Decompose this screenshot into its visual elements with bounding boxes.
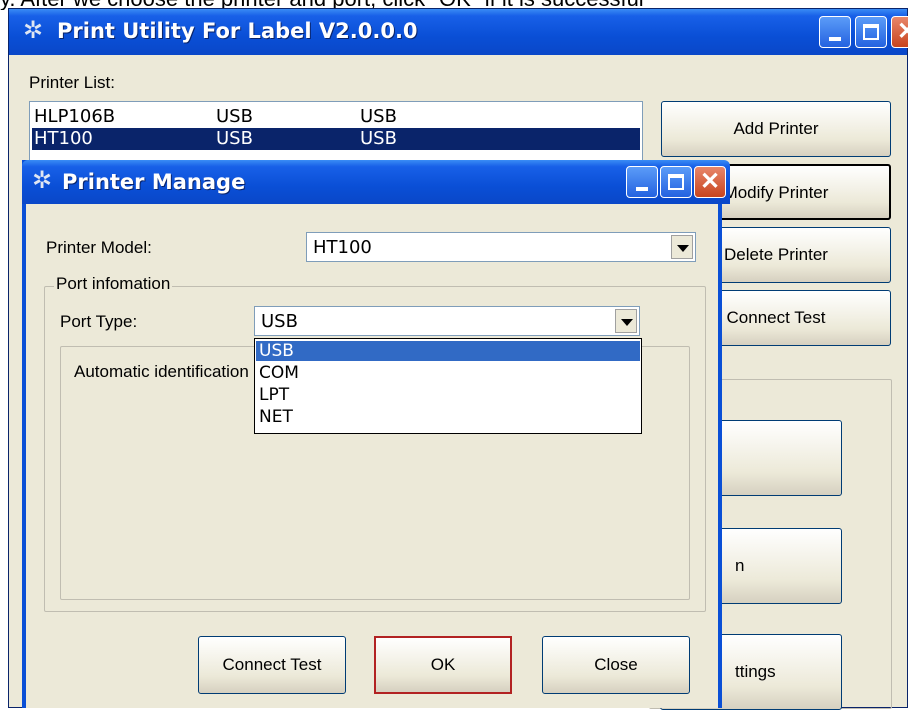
- maximize-button[interactable]: [855, 16, 887, 48]
- printer-model-value: HT100: [313, 237, 372, 258]
- maximize-icon: [863, 24, 879, 40]
- port-information-label: Port infomation: [54, 274, 173, 294]
- dialog-minimize-button[interactable]: [626, 166, 658, 198]
- connect-test-button[interactable]: Connect Test: [198, 636, 346, 694]
- printer-name-cell: HLP106B: [34, 106, 116, 127]
- printer-model-label: Printer Model:: [46, 238, 152, 257]
- maximize-icon: [668, 174, 684, 190]
- port-type-select[interactable]: USB: [254, 306, 640, 336]
- minimize-icon: [829, 37, 841, 41]
- port-type-dropdown-button[interactable]: [615, 309, 637, 333]
- printer-model-dropdown-button[interactable]: [671, 235, 693, 259]
- port-option-com[interactable]: COM: [256, 363, 640, 383]
- port-type-value: USB: [261, 311, 298, 332]
- chevron-down-icon: [677, 245, 689, 252]
- add-printer-button[interactable]: Add Printer: [661, 101, 891, 157]
- automatic-identification-label: Automatic identification: [74, 362, 249, 381]
- dialog-title: Printer Manage: [62, 170, 246, 194]
- close-icon: ✕: [896, 18, 908, 45]
- printer-list[interactable]: HLP106B USB USB HT100 USB USB: [29, 101, 643, 163]
- minimize-button[interactable]: [819, 16, 851, 48]
- close-icon: ✕: [699, 168, 721, 195]
- port-option-lpt[interactable]: LPT: [256, 385, 640, 405]
- port-option-net[interactable]: NET: [256, 407, 640, 427]
- main-window-title: Print Utility For Label V2.0.0.0: [57, 19, 418, 43]
- close-window-button[interactable]: ✕: [891, 16, 908, 48]
- dialog-maximize-button[interactable]: [660, 166, 692, 198]
- printer-name-cell: HT100: [34, 128, 93, 149]
- gear-icon: ✲: [32, 167, 53, 194]
- printer-model-select[interactable]: HT100: [306, 232, 696, 262]
- printer-manage-dialog: ✲ Printer Manage ✕ Printer Model: HT100 …: [22, 160, 730, 708]
- printer-row-ht100[interactable]: HT100 USB USB: [32, 128, 640, 150]
- printer-port-cell: USB: [216, 128, 253, 149]
- printer-list-label: Printer List:: [29, 73, 115, 92]
- port-option-usb[interactable]: USB: [256, 341, 640, 361]
- dialog-title-bar[interactable]: ✲ Printer Manage ✕: [22, 160, 730, 204]
- printer-type-cell: USB: [360, 106, 397, 127]
- main-title-bar[interactable]: ✲ Print Utility For Label V2.0.0.0 ✕: [9, 9, 908, 55]
- close-button[interactable]: Close: [542, 636, 690, 694]
- dialog-close-x-button[interactable]: ✕: [694, 166, 726, 198]
- printer-type-cell: USB: [360, 128, 397, 149]
- ok-button[interactable]: OK: [374, 636, 512, 694]
- chevron-down-icon: [621, 319, 633, 326]
- printer-port-cell: USB: [216, 106, 253, 127]
- printer-row-hlp106b[interactable]: HLP106B USB USB: [32, 106, 640, 128]
- port-type-label: Port Type:: [60, 312, 138, 331]
- minimize-icon: [636, 187, 648, 191]
- port-type-dropdown-list[interactable]: USB COM LPT NET: [254, 338, 642, 434]
- gear-icon: ✲: [23, 17, 44, 44]
